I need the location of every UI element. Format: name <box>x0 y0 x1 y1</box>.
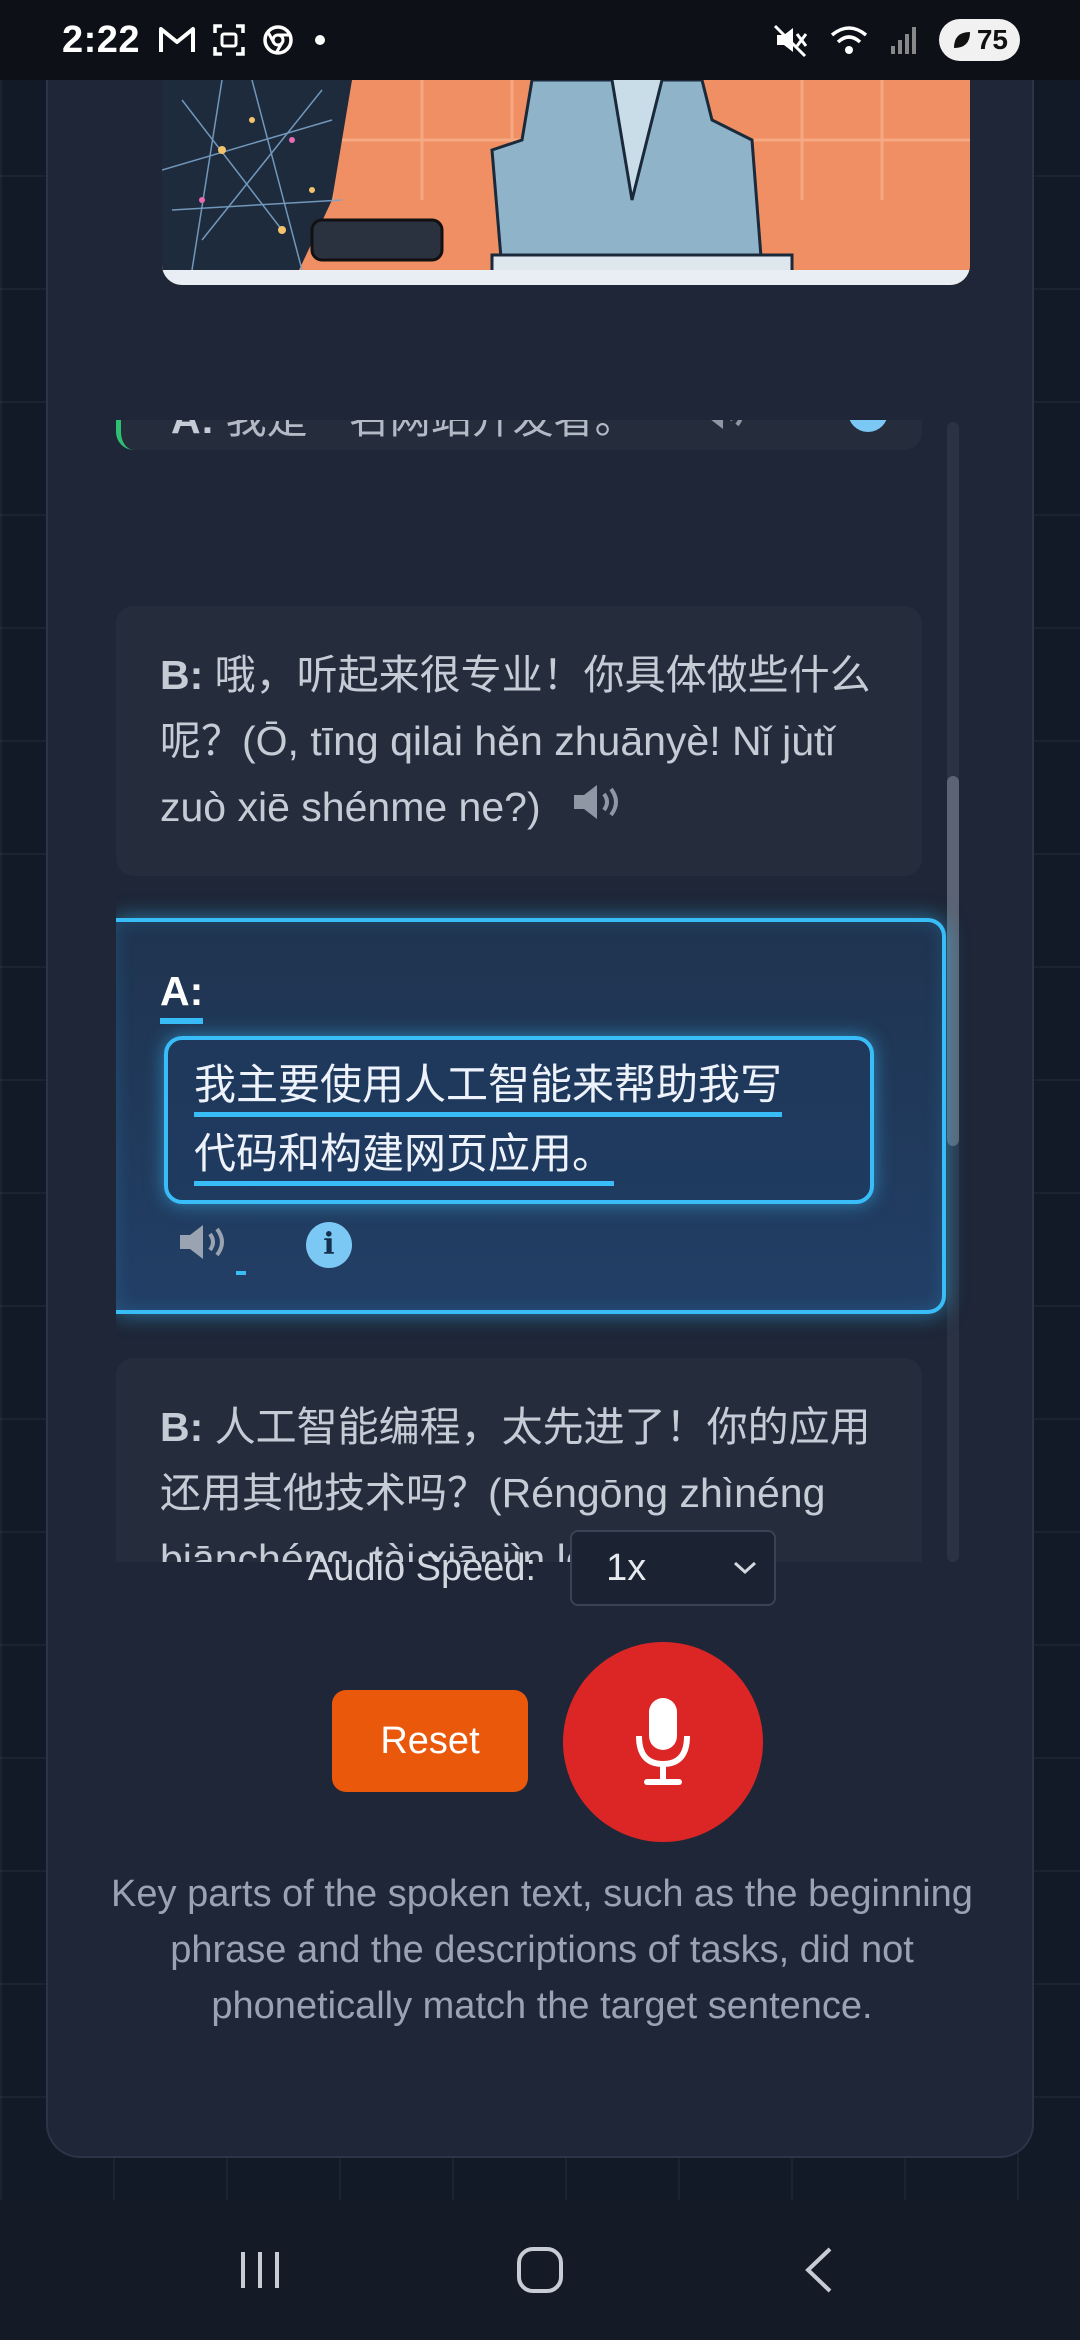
info-icon[interactable] <box>846 420 890 434</box>
audio-speed-value: 1x <box>606 1546 647 1589</box>
speaker-label: A: <box>160 966 204 1024</box>
pronunciation-feedback: Key parts of the spoken text, such as th… <box>111 1873 973 2027</box>
speaker-icon[interactable] <box>176 1220 246 1275</box>
system-navigation-bar <box>0 2200 1080 2340</box>
dialog-list[interactable]: A: 我是一名网站开发者。 B: 哦，听起来很专业！你具体做些什么呢？(Ō, t… <box>116 420 1012 1562</box>
active-line-controls: i <box>176 1220 352 1275</box>
previous-line-text: A: 我是一名网站开发者。 <box>171 420 636 452</box>
back-icon <box>805 2247 832 2293</box>
battery-level: 75 <box>976 24 1008 55</box>
previous-line-controls <box>696 420 890 434</box>
dialog-line-b1-text: 哦，听起来很专业！你具体做些什么呢？(Ō, tīng qilai hěn zhu… <box>160 652 871 830</box>
target-sentence-line-1: 我主要使用人工智能来帮助我写 <box>194 1060 783 1117</box>
speaker-label: B: <box>160 652 204 698</box>
speaker-label: A: <box>171 420 214 442</box>
chrome-icon <box>263 25 293 55</box>
audio-speed-label: Audio Speed: <box>307 1546 537 1589</box>
dialog-line-active[interactable]: A: 我主要使用人工智能来帮助我写 代码和构建网页应用。 i <box>116 918 946 1314</box>
reset-button[interactable]: Reset <box>332 1690 528 1792</box>
scene-illustration <box>162 80 970 285</box>
screenshot-icon <box>213 24 245 56</box>
home-button[interactable] <box>480 2220 600 2320</box>
dialog-line-b1[interactable]: B: 哦，听起来很专业！你具体做些什么呢？(Ō, tīng qilai hěn … <box>116 606 922 876</box>
status-right-icons: 75 <box>773 19 1020 61</box>
home-icon <box>517 2247 563 2293</box>
audio-speed-row: Audio Speed: 1x <box>48 1528 1036 1608</box>
leaf-icon <box>953 32 970 48</box>
gmail-icon <box>159 27 196 52</box>
wifi-icon <box>830 26 867 54</box>
status-left-icons <box>158 23 330 57</box>
info-icon[interactable]: i <box>306 1221 352 1268</box>
signal-icon <box>890 27 916 54</box>
target-sentence-line-2: 代码和构建网页应用。 <box>194 1129 615 1186</box>
dot-icon <box>315 35 326 45</box>
recent-apps-button[interactable] <box>200 2220 320 2320</box>
target-sentence[interactable]: 我主要使用人工智能来帮助我写 代码和构建网页应用。 <box>164 1036 874 1204</box>
status-bar: 2:22 75 <box>0 0 1080 80</box>
battery-icon: 75 <box>938 19 1020 61</box>
status-time: 2:22 <box>62 18 141 61</box>
speaker-icon[interactable] <box>570 777 630 843</box>
practice-card: A: 我是一名网站开发者。 B: 哦，听起来很专业！你具体做些什么呢？(Ō, t… <box>46 80 1034 2158</box>
previous-line-chinese: 我是一名网站开发者。 <box>226 420 636 442</box>
back-button[interactable] <box>760 2220 880 2320</box>
record-button[interactable] <box>563 1642 763 1842</box>
mute-icon <box>773 24 808 58</box>
office-scene-image <box>162 80 970 285</box>
speaker-label: B: <box>160 1404 204 1450</box>
microphone-icon <box>636 1698 690 1785</box>
chevron-down-icon <box>734 1561 757 1575</box>
speaker-icon[interactable] <box>696 420 756 434</box>
dialog-line-previous[interactable]: A: 我是一名网站开发者。 <box>116 420 922 450</box>
audio-speed-select[interactable]: 1x <box>570 1530 777 1606</box>
recent-apps-icon <box>241 2252 279 2288</box>
